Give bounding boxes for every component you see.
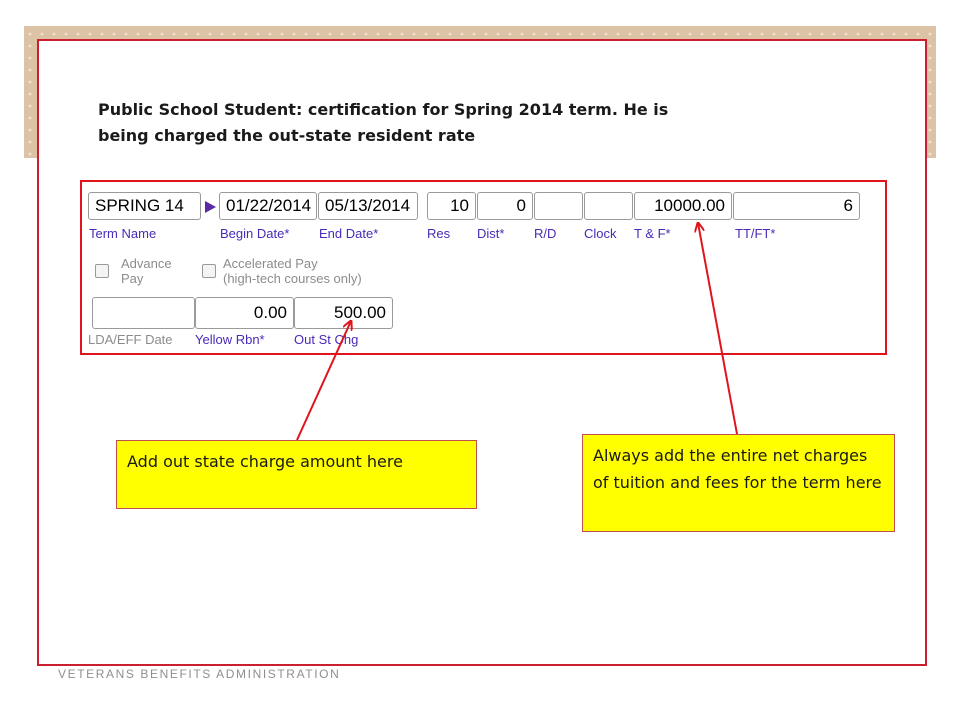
clock-label: Clock: [584, 226, 617, 241]
res-label: Res: [427, 226, 451, 241]
play-triangle-icon: [205, 201, 216, 213]
begin-date-label: Begin Date*: [220, 226, 290, 241]
dist-field[interactable]: 0: [477, 192, 533, 220]
term-name-label: Term Name: [89, 226, 157, 241]
accelerated-pay-label: Accelerated Pay (high-tech courses only): [223, 256, 362, 286]
slide-heading: Public School Student: certification for…: [98, 97, 778, 149]
tuition-fees-field[interactable]: 10000.00: [634, 192, 732, 220]
end-date-field[interactable]: 05/13/2014: [318, 192, 418, 220]
ttft-label: TT/FT*: [735, 226, 776, 241]
lda-eff-date-label: LDA/EFF Date: [88, 332, 173, 347]
lda-eff-date-field[interactable]: [92, 297, 195, 329]
heading-line-2: being charged the out-state resident rat…: [98, 126, 476, 145]
end-date-label: End Date*: [319, 226, 379, 241]
footer-agency-name: VETERANS BENEFITS ADMINISTRATION: [58, 667, 341, 681]
rd-label: R/D: [534, 226, 557, 241]
clock-field[interactable]: [584, 192, 633, 220]
res-field[interactable]: 10: [427, 192, 476, 220]
callout-out-state-charge: Add out state charge amount here: [116, 440, 477, 509]
dist-label: Dist*: [477, 226, 505, 241]
callout-tuition-fees: Always add the entire net charges of tui…: [582, 434, 895, 532]
out-state-charge-label: Out St Chg: [294, 332, 359, 347]
tuition-fees-label: T & F*: [634, 226, 671, 241]
advance-pay-label: Advance Pay: [121, 256, 172, 286]
yellow-ribbon-label: Yellow Rbn*: [195, 332, 265, 347]
accelerated-pay-checkbox[interactable]: [202, 264, 216, 278]
yellow-ribbon-field[interactable]: 0.00: [195, 297, 294, 329]
ttft-field[interactable]: 6: [733, 192, 860, 220]
advance-pay-checkbox[interactable]: [95, 264, 109, 278]
term-certification-form: SPRING 14 01/22/2014 05/13/2014 10 0 100…: [80, 180, 887, 355]
heading-line-1: Public School Student: certification for…: [98, 100, 669, 119]
rd-field[interactable]: [534, 192, 583, 220]
out-state-charge-field[interactable]: 500.00: [294, 297, 393, 329]
term-name-field[interactable]: SPRING 14: [88, 192, 201, 220]
begin-date-field[interactable]: 01/22/2014: [219, 192, 317, 220]
